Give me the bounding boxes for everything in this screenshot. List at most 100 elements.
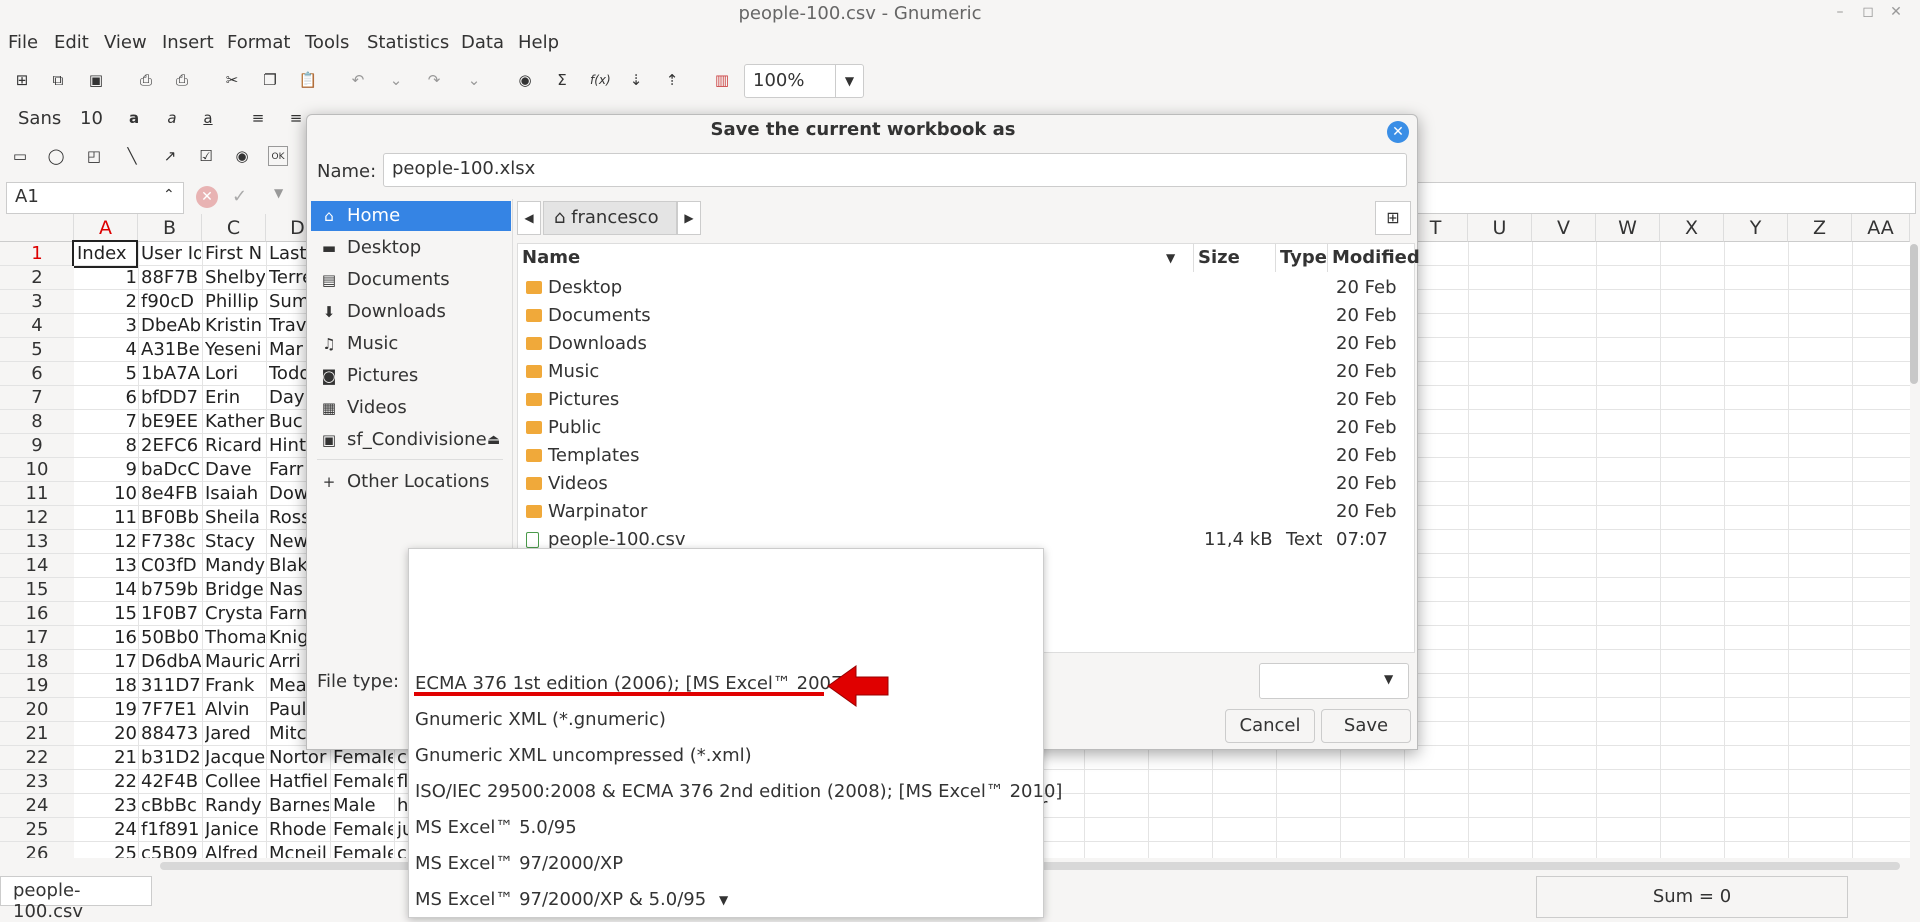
cell[interactable]: 22 bbox=[77, 770, 137, 794]
cancel-edit-icon[interactable]: ✕ bbox=[196, 186, 218, 208]
font-size[interactable]: 10 bbox=[80, 108, 103, 129]
cell[interactable]: Mcneil bbox=[269, 842, 329, 858]
file-type-option[interactable]: ISO/IEC 29500:2008 & ECMA 376 2nd editio… bbox=[415, 777, 1062, 807]
row-header[interactable]: 19 bbox=[0, 674, 74, 698]
menu-data[interactable]: Data bbox=[461, 32, 504, 53]
row-header[interactable]: 5 bbox=[0, 338, 74, 362]
cell[interactable]: 42F4B bbox=[141, 770, 201, 794]
cell[interactable]: b759b bbox=[141, 578, 201, 602]
cell[interactable]: Index bbox=[72, 240, 138, 268]
cell[interactable]: Erin bbox=[205, 386, 265, 410]
column-header[interactable]: C bbox=[202, 214, 266, 242]
cell[interactable]: bE9EE bbox=[141, 410, 201, 434]
cell[interactable]: Mauric bbox=[205, 650, 265, 674]
redo-dropdown-icon[interactable]: ⌄ bbox=[464, 70, 484, 90]
cancel-button[interactable]: Cancel bbox=[1225, 709, 1315, 743]
column-header[interactable]: W bbox=[1596, 214, 1660, 242]
cell[interactable]: 18 bbox=[77, 674, 137, 698]
cell[interactable]: First N bbox=[205, 242, 265, 266]
cell[interactable]: Kristin bbox=[205, 314, 265, 338]
cell[interactable]: f1f891 bbox=[141, 818, 201, 842]
cell[interactable]: Shelby bbox=[205, 266, 265, 290]
file-row[interactable]: Public 20 Feb bbox=[518, 414, 1414, 442]
file-type-option[interactable]: MS Excel™ 97/2000/XP & 5.0/95 bbox=[415, 885, 706, 909]
row-header[interactable]: 12 bbox=[0, 506, 74, 530]
row-header[interactable]: 15 bbox=[0, 578, 74, 602]
cell[interactable]: Frank bbox=[205, 674, 265, 698]
file-row[interactable]: Videos 20 Feb bbox=[518, 470, 1414, 498]
column-header[interactable]: X bbox=[1660, 214, 1724, 242]
place-other-locations[interactable]: + Other Locations bbox=[311, 467, 511, 497]
zoom-combo[interactable]: 100% ▼ bbox=[744, 64, 864, 98]
cell[interactable]: 17 bbox=[77, 650, 137, 674]
file-row[interactable]: Pictures 20 Feb bbox=[518, 386, 1414, 414]
vertical-scrollbar[interactable] bbox=[1910, 244, 1918, 384]
cell[interactable]: 88473 bbox=[141, 722, 201, 746]
cell[interactable]: A31Be bbox=[141, 338, 201, 362]
cell[interactable]: Collee bbox=[205, 770, 265, 794]
row-header[interactable]: 10 bbox=[0, 458, 74, 482]
cell[interactable]: 311D7 bbox=[141, 674, 201, 698]
sum-icon[interactable]: Σ bbox=[552, 70, 572, 90]
cell[interactable]: Yeseni bbox=[205, 338, 265, 362]
row-header[interactable]: 25 bbox=[0, 818, 74, 842]
save-icon[interactable]: ▣ bbox=[86, 70, 106, 90]
row-header[interactable]: 16 bbox=[0, 602, 74, 626]
cell[interactable]: Alfred bbox=[205, 842, 265, 858]
undo-icon[interactable]: ↶ bbox=[348, 70, 368, 90]
cell[interactable]: 12 bbox=[77, 530, 137, 554]
menu-statistics[interactable]: Statistics bbox=[367, 32, 449, 53]
row-header[interactable]: 20 bbox=[0, 698, 74, 722]
cell-reference-box[interactable]: A1 ⌃ bbox=[6, 182, 184, 214]
cell[interactable]: 19 bbox=[77, 698, 137, 722]
row-header[interactable]: 24 bbox=[0, 794, 74, 818]
function-icon[interactable]: f(x) bbox=[590, 70, 611, 90]
cell[interactable]: 11 bbox=[77, 506, 137, 530]
place-pictures[interactable]: ◙ Pictures bbox=[311, 361, 511, 391]
radio-icon[interactable]: ◉ bbox=[232, 146, 252, 166]
cell[interactable]: Isaiah bbox=[205, 482, 265, 506]
cell[interactable]: Sheila bbox=[205, 506, 265, 530]
cell[interactable]: Ricard bbox=[205, 434, 265, 458]
cell[interactable]: DbeAb bbox=[141, 314, 201, 338]
cell[interactable]: Randy bbox=[205, 794, 265, 818]
row-header[interactable]: 17 bbox=[0, 626, 74, 650]
cell[interactable]: Crysta bbox=[205, 602, 265, 626]
cell[interactable]: 25 bbox=[77, 842, 137, 858]
cell[interactable]: User Id bbox=[141, 242, 201, 266]
save-button[interactable]: Save bbox=[1321, 709, 1411, 743]
chevron-down-icon[interactable]: ▼ bbox=[835, 65, 863, 97]
cell[interactable]: f90cD bbox=[141, 290, 201, 314]
row-header[interactable]: 7 bbox=[0, 386, 74, 410]
cell[interactable]: 1 bbox=[77, 266, 137, 290]
print-preview-icon[interactable]: ⎙ bbox=[172, 70, 192, 90]
row-header[interactable]: 13 bbox=[0, 530, 74, 554]
cell[interactable]: 2EFC6 bbox=[141, 434, 201, 458]
line-icon[interactable]: ╲ bbox=[122, 146, 142, 166]
place-downloads[interactable]: ⬇ Downloads bbox=[311, 297, 511, 327]
cell[interactable]: Female bbox=[333, 842, 393, 858]
cell[interactable]: 16 bbox=[77, 626, 137, 650]
chevron-right-icon[interactable]: ▶ bbox=[677, 201, 701, 235]
ellipse-icon[interactable]: ◯ bbox=[46, 146, 66, 166]
cell[interactable]: 6 bbox=[77, 386, 137, 410]
place-home[interactable]: ⌂ Home bbox=[311, 201, 511, 231]
font-name[interactable]: Sans bbox=[18, 108, 61, 129]
scroll-down-icon[interactable]: ▼ bbox=[719, 893, 728, 907]
menu-tools[interactable]: Tools bbox=[305, 32, 349, 53]
row-header[interactable]: 6 bbox=[0, 362, 74, 386]
sort-ascending-icon[interactable]: ⇣ bbox=[626, 70, 646, 90]
cell[interactable]: F738c bbox=[141, 530, 201, 554]
cell[interactable]: Thoma bbox=[205, 626, 265, 650]
cell[interactable]: 2 bbox=[77, 290, 137, 314]
column-header[interactable]: U bbox=[1468, 214, 1532, 242]
cell[interactable]: 50Bb0 bbox=[141, 626, 201, 650]
row-header[interactable]: 26 bbox=[0, 842, 74, 858]
cell[interactable]: Stacy bbox=[205, 530, 265, 554]
cell[interactable]: cBbBc bbox=[141, 794, 201, 818]
sheet-tab[interactable]: people-100.csv bbox=[0, 876, 152, 922]
cell[interactable]: 20 bbox=[77, 722, 137, 746]
cell[interactable]: 24 bbox=[77, 818, 137, 842]
cell[interactable]: 14 bbox=[77, 578, 137, 602]
paste-icon[interactable]: 📋 bbox=[298, 70, 318, 90]
